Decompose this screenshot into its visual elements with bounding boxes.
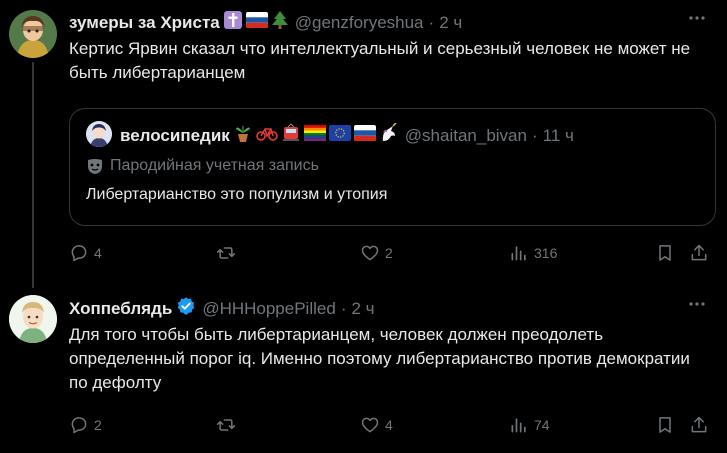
quoted-post[interactable]: велосипедик @shaitan_bivan · 11 ч Пароди… xyxy=(69,108,716,226)
reply-button[interactable]: 4 xyxy=(69,243,102,263)
views-count: 316 xyxy=(534,245,558,261)
post-text: Кертис Ярвин сказал что интеллектуальный… xyxy=(69,39,691,82)
unicorn-emoji xyxy=(379,122,399,148)
thread-line xyxy=(32,62,34,288)
avatar[interactable] xyxy=(9,10,57,58)
share-icon xyxy=(691,244,707,261)
share-button[interactable] xyxy=(689,243,709,263)
display-name[interactable]: Хоппеблядь xyxy=(69,299,172,319)
handle[interactable]: @HHHoppePilled xyxy=(202,299,336,319)
views-button[interactable]: 74 xyxy=(509,415,550,435)
more-icon[interactable] xyxy=(687,8,707,28)
views-count: 74 xyxy=(534,417,550,433)
like-button[interactable]: 4 xyxy=(360,415,393,435)
like-icon xyxy=(361,417,379,433)
repost-button[interactable] xyxy=(216,415,241,435)
parody-account-label: Пародийная учетная запись xyxy=(86,157,319,175)
quote-text: Либертарианство это популизм и утопия xyxy=(86,186,388,203)
handle[interactable]: @genzforyeshua xyxy=(295,13,424,33)
reply-count: 2 xyxy=(94,417,102,433)
bookmark-button[interactable] xyxy=(655,243,675,263)
cross-emoji xyxy=(223,10,243,35)
bookmark-button[interactable] xyxy=(655,415,675,435)
reply-count: 4 xyxy=(94,245,102,261)
bicycle-emoji xyxy=(255,125,278,146)
potted-plant-emoji xyxy=(233,123,253,148)
russia-flag-emoji xyxy=(353,125,376,146)
like-icon xyxy=(361,245,379,261)
reply-icon xyxy=(71,417,87,434)
mask-icon xyxy=(86,157,104,175)
russia-flag-emoji xyxy=(245,12,268,33)
more-icon[interactable] xyxy=(687,294,707,314)
separator-dot: · xyxy=(428,12,435,32)
quote-timestamp: 11 ч xyxy=(542,125,574,145)
views-button[interactable]: 316 xyxy=(509,243,557,263)
views-icon xyxy=(511,246,526,261)
quote-header: велосипедик @shaitan_bivan · 11 ч xyxy=(120,122,574,148)
verified-icon xyxy=(176,296,196,321)
like-count: 2 xyxy=(385,245,393,261)
like-button[interactable]: 2 xyxy=(360,243,393,263)
bookmark-icon xyxy=(659,245,671,261)
eu-flag-emoji xyxy=(328,125,351,146)
quote-avatar xyxy=(86,121,112,147)
post-genzforyeshua[interactable]: зумеры за Христа @genzforyeshua · 2 ч Ке… xyxy=(0,0,727,288)
bookmark-icon xyxy=(659,417,671,433)
parody-label-text: Пародийная учетная запись xyxy=(110,157,319,174)
quote-handle: @shaitan_bivan xyxy=(404,125,527,145)
like-count: 4 xyxy=(385,417,393,433)
quote-display-name: велосипедик xyxy=(120,125,230,145)
post-header: зумеры за Христа @genzforyeshua · 2 ч xyxy=(69,10,462,35)
post-header: Хоппеблядь @HHHoppePilled · 2 ч xyxy=(69,296,375,321)
tram-emoji xyxy=(281,123,301,148)
action-bar: 4 2 316 xyxy=(69,243,709,267)
christmas-tree-emoji xyxy=(271,10,289,35)
share-icon xyxy=(691,416,707,433)
reply-button[interactable]: 2 xyxy=(69,415,102,435)
share-button[interactable] xyxy=(689,415,709,435)
separator-dot: · xyxy=(340,298,347,318)
repost-icon xyxy=(216,419,236,431)
post-hhhoppepilled[interactable]: Хоппеблядь @HHHoppePilled · 2 ч Для того… xyxy=(0,284,727,453)
avatar[interactable] xyxy=(9,295,57,343)
repost-button[interactable] xyxy=(216,243,241,263)
action-bar: 2 4 74 xyxy=(69,415,709,439)
timestamp[interactable]: 2 ч xyxy=(351,299,374,319)
views-icon xyxy=(511,418,526,433)
repost-icon xyxy=(216,247,236,259)
reply-icon xyxy=(71,245,87,262)
rainbow-flag-emoji xyxy=(303,125,326,146)
timestamp[interactable]: 2 ч xyxy=(439,13,462,33)
display-name[interactable]: зумеры за Христа xyxy=(69,13,220,33)
post-text: Для того чтобы быть либертарианцем, чело… xyxy=(69,325,690,392)
separator-dot: · xyxy=(531,125,538,145)
